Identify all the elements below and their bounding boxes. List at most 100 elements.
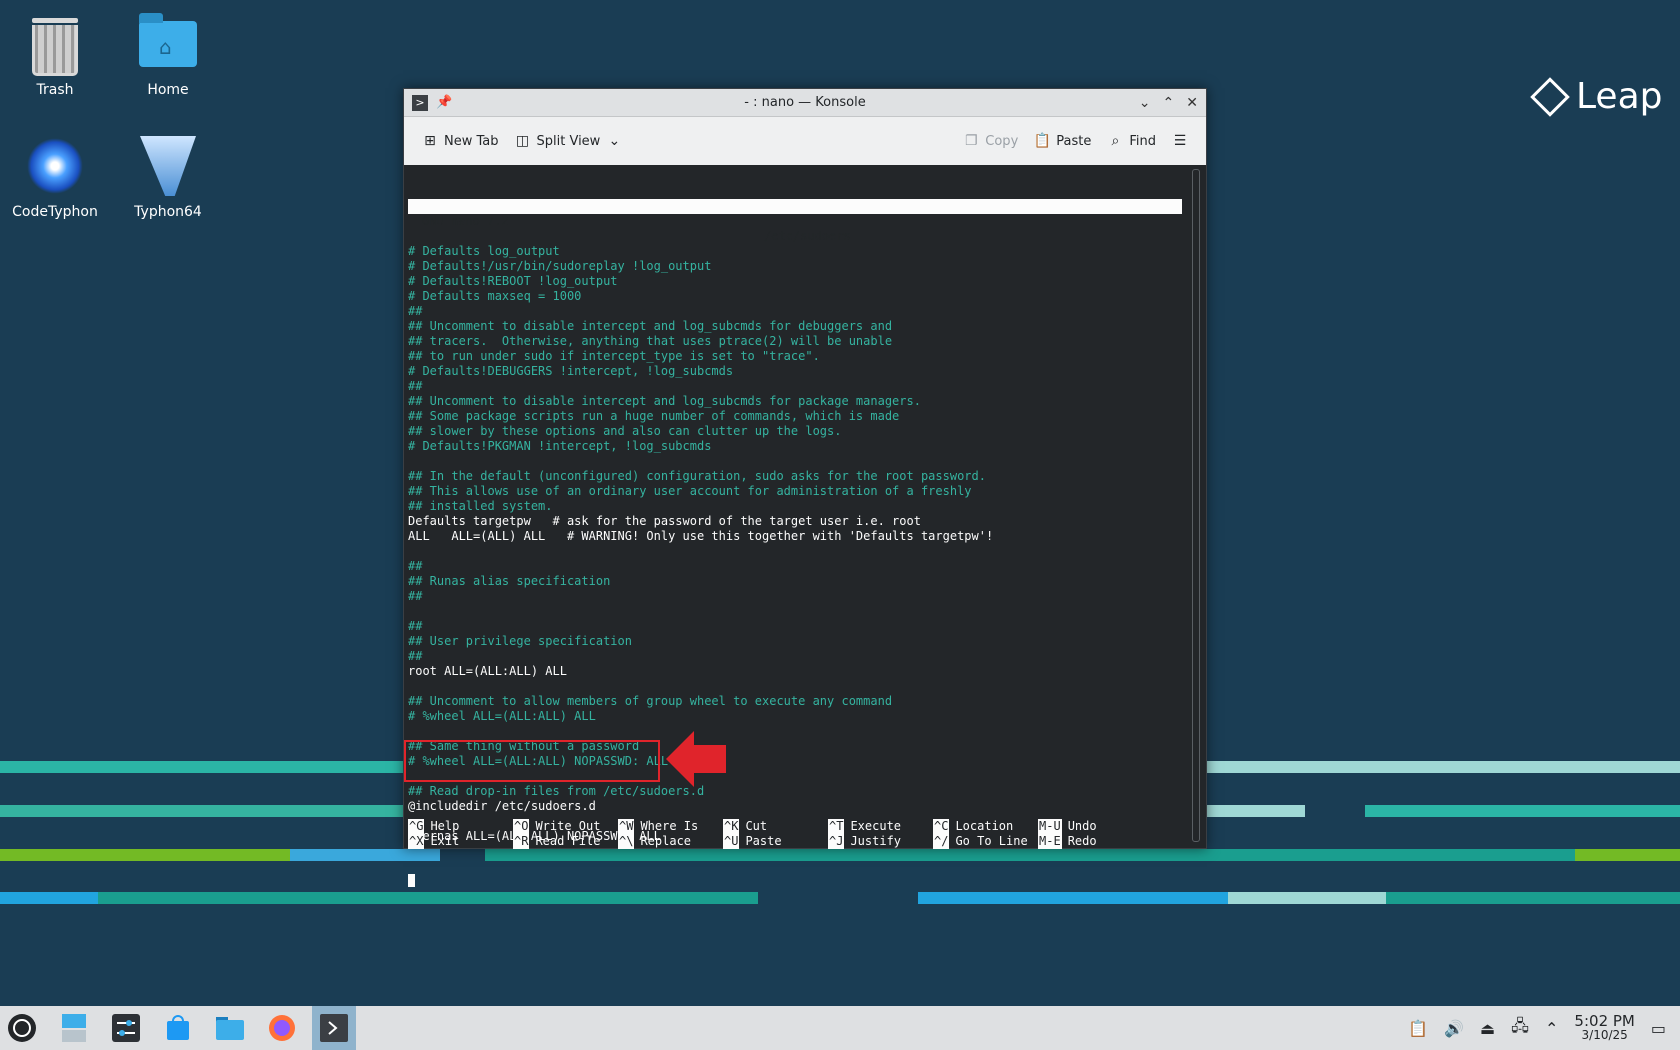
split-view-icon: ◫ xyxy=(515,133,530,149)
find-label: Find xyxy=(1129,133,1156,149)
pin-icon[interactable]: 📌 xyxy=(436,95,452,110)
folder-icon xyxy=(216,1017,244,1040)
hamburger-menu-button[interactable]: ☰ xyxy=(1164,129,1196,153)
volume-icon[interactable]: 🔊 xyxy=(1444,1019,1464,1038)
firefox-icon xyxy=(269,1015,295,1041)
nano-line[interactable]: Defaults targetpw # ask for the password… xyxy=(408,514,1182,529)
digital-clock[interactable]: 5:02 PM 3/10/25 xyxy=(1574,1014,1634,1043)
nano-line[interactable]: ## Some package scripts run a huge numbe… xyxy=(408,409,1182,424)
nano-line[interactable]: ## to run under sudo if intercept_type i… xyxy=(408,349,1182,364)
pager-button[interactable] xyxy=(52,1006,96,1050)
nano-line[interactable] xyxy=(408,724,1182,739)
terminal-app-icon[interactable]: > xyxy=(412,94,428,111)
software-store-icon xyxy=(167,1015,189,1040)
close-icon[interactable]: ✕ xyxy=(1186,95,1198,111)
nano-line[interactable]: @includedir /etc/sudoers.d xyxy=(408,799,1182,814)
system-settings-button[interactable] xyxy=(104,1006,148,1050)
file-manager-button[interactable] xyxy=(208,1006,252,1050)
opensuse-icon xyxy=(8,1014,36,1042)
discover-button[interactable] xyxy=(156,1006,200,1050)
nano-shortcut: ^X Exit xyxy=(408,834,513,849)
desktop-icon-home[interactable]: ⌂ Home xyxy=(113,12,223,98)
minimize-icon[interactable]: ⌄ xyxy=(1139,95,1151,111)
shortcut-key: M-E xyxy=(1038,834,1062,849)
clock-date: 3/10/25 xyxy=(1581,1028,1628,1042)
nano-line[interactable]: # Defaults maxseq = 1000 xyxy=(408,289,1182,304)
text-cursor xyxy=(408,874,415,887)
wallpaper-stripe xyxy=(1386,892,1680,904)
paste-button[interactable]: 📋 Paste xyxy=(1026,129,1099,153)
nano-line[interactable]: ## Runas alias specification xyxy=(408,574,1182,589)
terminal-scrollbar[interactable] xyxy=(1192,169,1200,842)
shortcut-key: ^\ xyxy=(618,834,635,849)
nano-shortcut: ^W Where Is xyxy=(618,819,723,834)
nano-line[interactable]: ## xyxy=(408,304,1182,319)
nano-line[interactable]: ## xyxy=(408,619,1182,634)
wallpaper-stripe xyxy=(0,849,290,861)
wallpaper-stripe xyxy=(1575,849,1680,861)
nano-line[interactable]: ## User privilege specification xyxy=(408,634,1182,649)
nano-editor[interactable]: GNU nano 7.2 /etc/sudoers # Defaults log… xyxy=(408,169,1182,919)
cursor-line[interactable] xyxy=(408,874,1182,889)
split-view-button[interactable]: ◫ Split View ⌄ xyxy=(507,129,631,153)
konsole-task-button[interactable] xyxy=(312,1006,356,1050)
nano-line[interactable]: ## Read drop-in files from /etc/sudoers.… xyxy=(408,784,1182,799)
settings-sliders-icon xyxy=(112,1014,140,1042)
nano-shortcut-bar: ^G Help ^O Write Out ^W Where Is ^K Cut ^T Execut… xyxy=(408,819,1143,849)
nano-line[interactable]: ## slower by these options and also can … xyxy=(408,424,1182,439)
nano-line[interactable]: ## Uncomment to disable intercept and lo… xyxy=(408,394,1182,409)
nano-line[interactable]: ## In the default (unconfigured) configu… xyxy=(408,469,1182,484)
nano-line[interactable]: # Defaults!PKGMAN !intercept, !log_subcm… xyxy=(408,439,1182,454)
nano-line[interactable] xyxy=(408,544,1182,559)
leap-logo: Leap xyxy=(1530,76,1662,117)
nano-line[interactable]: ## Uncomment to allow members of group w… xyxy=(408,694,1182,709)
nano-line[interactable]: root ALL=(ALL:ALL) ALL xyxy=(408,664,1182,679)
nano-line[interactable]: ## xyxy=(408,589,1182,604)
nano-line[interactable]: # Defaults!REBOOT !log_output xyxy=(408,274,1182,289)
shortcut-key: ^C xyxy=(933,819,950,834)
terminal-icon xyxy=(320,1014,348,1042)
application-launcher-button[interactable] xyxy=(0,1006,44,1050)
network-icon[interactable]: 🖧 xyxy=(1511,1015,1529,1042)
clipboard-icon[interactable]: 📋 xyxy=(1408,1019,1428,1038)
nano-line[interactable]: # Defaults!DEBUGGERS !intercept, !log_su… xyxy=(408,364,1182,379)
chevron-up-icon[interactable]: ⌃ xyxy=(1545,1019,1558,1038)
nano-line[interactable]: ## xyxy=(408,559,1182,574)
window-titlebar[interactable]: > 📌 - : nano — Konsole ⌄ ⌃ ✕ xyxy=(404,89,1206,117)
konsole-toolbar: ⊞ New Tab ◫ Split View ⌄ ❐ Copy 📋 Paste … xyxy=(404,117,1206,166)
nano-line[interactable]: ## installed system. xyxy=(408,499,1182,514)
nano-line[interactable]: ## xyxy=(408,379,1182,394)
nano-line[interactable]: # Defaults!/usr/bin/sudoreplay !log_outp… xyxy=(408,259,1182,274)
copy-label: Copy xyxy=(985,133,1019,149)
desktop-icon-codetyphon[interactable]: CodeTyphon xyxy=(0,134,110,220)
annotation-highlight-box xyxy=(404,740,660,782)
firefox-button[interactable] xyxy=(260,1006,304,1050)
shortcut-label: Justify xyxy=(850,834,902,848)
desktop-icon-typhon64[interactable]: Typhon64 xyxy=(113,134,223,220)
konsole-window[interactable]: > 📌 - : nano — Konsole ⌄ ⌃ ✕ ⊞ New Tab ◫… xyxy=(403,88,1207,887)
nano-line[interactable] xyxy=(408,679,1182,694)
nano-shortcut: ^O Write Out xyxy=(513,819,618,834)
shortcut-key: ^W xyxy=(618,819,635,834)
nano-line[interactable] xyxy=(408,604,1182,619)
nano-line[interactable] xyxy=(408,454,1182,469)
copy-button[interactable]: ❐ Copy xyxy=(955,129,1026,153)
nano-line[interactable]: ## Uncomment to disable intercept and lo… xyxy=(408,319,1182,334)
find-button[interactable]: ⌕ Find xyxy=(1099,129,1164,153)
terminal-area[interactable]: GNU nano 7.2 /etc/sudoers # Defaults log… xyxy=(404,165,1206,887)
window-title: - : nano — Konsole xyxy=(744,95,866,110)
nano-line[interactable]: ## tracers. Otherwise, anything that use… xyxy=(408,334,1182,349)
nano-header: GNU nano 7.2 /etc/sudoers xyxy=(408,199,1182,243)
nano-line[interactable]: # %wheel ALL=(ALL:ALL) ALL xyxy=(408,709,1182,724)
desktop-icon-trash[interactable]: Trash xyxy=(0,12,110,98)
new-tab-button[interactable]: ⊞ New Tab xyxy=(414,129,507,153)
shortcut-label: Replace xyxy=(640,834,692,848)
nano-version: GNU nano 7.2 xyxy=(422,214,509,228)
nano-line[interactable]: ALL ALL=(ALL) ALL # WARNING! Only use th… xyxy=(408,529,1182,544)
usb-device-icon[interactable]: ⏏ xyxy=(1480,1019,1495,1038)
nano-line[interactable]: ## xyxy=(408,649,1182,664)
maximize-icon[interactable]: ⌃ xyxy=(1163,95,1175,111)
nano-line[interactable]: # Defaults log_output xyxy=(408,244,1182,259)
nano-line[interactable]: ## This allows use of an ordinary user a… xyxy=(408,484,1182,499)
show-desktop-icon[interactable]: ▭ xyxy=(1651,1019,1666,1038)
